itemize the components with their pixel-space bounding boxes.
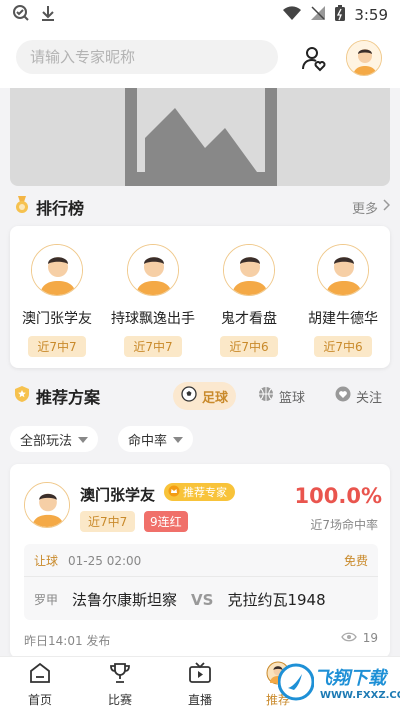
publish-time: 昨日14:01 发布	[24, 634, 111, 648]
home-icon	[28, 661, 52, 688]
ranking-title: 排行榜	[36, 199, 85, 218]
chevron-right-icon	[382, 199, 391, 215]
avatar[interactable]	[24, 482, 70, 528]
nav-home[interactable]: 首页	[10, 661, 70, 708]
eye-icon	[340, 631, 357, 645]
hit-rate-value: 100.0%	[294, 484, 382, 508]
ranking-expert[interactable]: 胡建牛德华 近7中6	[298, 244, 388, 357]
expert-name: 澳门张学友	[22, 311, 92, 327]
trophy-icon	[108, 661, 132, 688]
tv-icon	[188, 661, 212, 688]
more-label: 更多	[351, 201, 378, 217]
away-team: 克拉约瓦1948	[227, 591, 326, 609]
caret-down-icon	[78, 432, 89, 447]
play-type: 让球	[34, 554, 59, 568]
filter-label: 全部玩法	[20, 433, 73, 449]
expert-name: 澳门张学友	[80, 486, 156, 504]
expert-name: 鬼才看盘	[221, 311, 277, 327]
match-time: 01-25 02:00	[68, 553, 142, 568]
expert-name: 持球飘逸出手	[111, 311, 195, 327]
league-name: 罗甲	[34, 593, 59, 607]
ranking-section-header: 排行榜 更多	[14, 194, 391, 220]
tab-label: 足球	[201, 390, 228, 406]
scheme-card[interactable]: 澳门张学友 推荐专家 近7中7 9连红 100.0% 近7场命中率 让球 01-…	[10, 464, 390, 658]
tab-label: 篮球	[278, 390, 305, 406]
football-icon	[181, 386, 197, 406]
search-input[interactable]	[30, 48, 260, 66]
tab-football[interactable]: 足球	[172, 382, 236, 410]
record-badge: 近7中6	[314, 336, 372, 357]
tab-basketball[interactable]: 篮球	[250, 382, 313, 410]
watermark-text: 飞翔下载	[314, 668, 386, 689]
avatar	[127, 244, 179, 296]
heart-icon	[335, 386, 351, 406]
battery-icon	[334, 4, 346, 26]
sport-tabs: 足球 篮球 关注	[172, 382, 390, 410]
expert-name: 胡建牛德华	[308, 311, 378, 327]
vs-label: VS	[191, 590, 214, 609]
match-meta: 让球 01-25 02:00 免费	[34, 552, 368, 569]
hit-rate-label: 近7场命中率	[310, 518, 378, 532]
no-signal-icon	[310, 5, 326, 25]
nav-live[interactable]: 直播	[170, 661, 230, 708]
match-info[interactable]: 让球 01-25 02:00 免费 罗甲 法鲁尔康斯坦察 VS 克拉约瓦1948	[24, 544, 378, 620]
basketball-icon	[258, 386, 274, 406]
record-badge: 近7中7	[80, 511, 136, 532]
status-bar: 3:59	[0, 0, 400, 30]
header	[0, 30, 400, 88]
notification-icon	[12, 4, 30, 26]
view-count: 19	[340, 631, 378, 645]
user-follow-icon[interactable]	[300, 44, 330, 74]
match-teams: 罗甲 法鲁尔康斯坦察 VS 克拉约瓦1948	[34, 589, 326, 610]
ranking-expert[interactable]: 持球飘逸出手 近7中7	[108, 244, 198, 357]
nav-label: 首页	[27, 693, 52, 707]
home-team: 法鲁尔康斯坦察	[72, 591, 178, 609]
user-avatar[interactable]	[346, 40, 382, 76]
views-value: 19	[362, 631, 378, 645]
recommend-title: 推荐方案	[36, 388, 101, 407]
record-badge: 近7中7	[28, 336, 86, 357]
search-bar[interactable]	[16, 40, 278, 74]
play-type-filter[interactable]: 全部玩法	[10, 426, 99, 452]
caret-down-icon	[173, 432, 184, 447]
download-icon	[40, 4, 56, 26]
avatar	[317, 244, 369, 296]
streak-badge: 9连红	[144, 511, 188, 532]
watermark-logo: 飞翔下载 WWW.FXXZ.COM	[278, 658, 400, 706]
ranking-expert[interactable]: 澳门张学友 近7中7	[12, 244, 102, 357]
divider	[24, 576, 378, 577]
nav-match[interactable]: 比赛	[90, 661, 150, 708]
more-link[interactable]: 更多	[351, 198, 391, 217]
ranking-expert[interactable]: 鬼才看盘 近7中6	[204, 244, 294, 357]
wifi-icon	[282, 5, 302, 25]
banner-image[interactable]	[10, 88, 390, 186]
avatar	[223, 244, 275, 296]
avatar	[31, 244, 83, 296]
crown-icon	[168, 485, 180, 500]
clock-time: 3:59	[354, 6, 388, 24]
medal-icon	[14, 196, 30, 218]
tab-follow[interactable]: 关注	[327, 382, 390, 410]
watermark-url: WWW.FXXZ.COM	[320, 690, 400, 701]
shield-star-icon	[14, 385, 30, 407]
nav-label: 直播	[187, 693, 212, 707]
recommend-section-header: 推荐方案 足球 篮球 关注	[14, 382, 390, 410]
tab-label: 关注	[355, 390, 382, 406]
filter-label: 命中率	[128, 433, 168, 449]
expert-tag-label: 推荐专家	[183, 486, 227, 499]
hit-rate-filter[interactable]: 命中率	[118, 426, 194, 452]
record-badge: 近7中7	[124, 336, 182, 357]
nav-label: 比赛	[107, 693, 132, 707]
recommended-expert-badge: 推荐专家	[164, 483, 235, 501]
ranking-card: 澳门张学友 近7中7 持球飘逸出手 近7中7 鬼才看盘 近7中6 胡建牛德华 近…	[10, 226, 390, 368]
record-badge: 近7中6	[220, 336, 278, 357]
price-label: 免费	[343, 554, 368, 568]
